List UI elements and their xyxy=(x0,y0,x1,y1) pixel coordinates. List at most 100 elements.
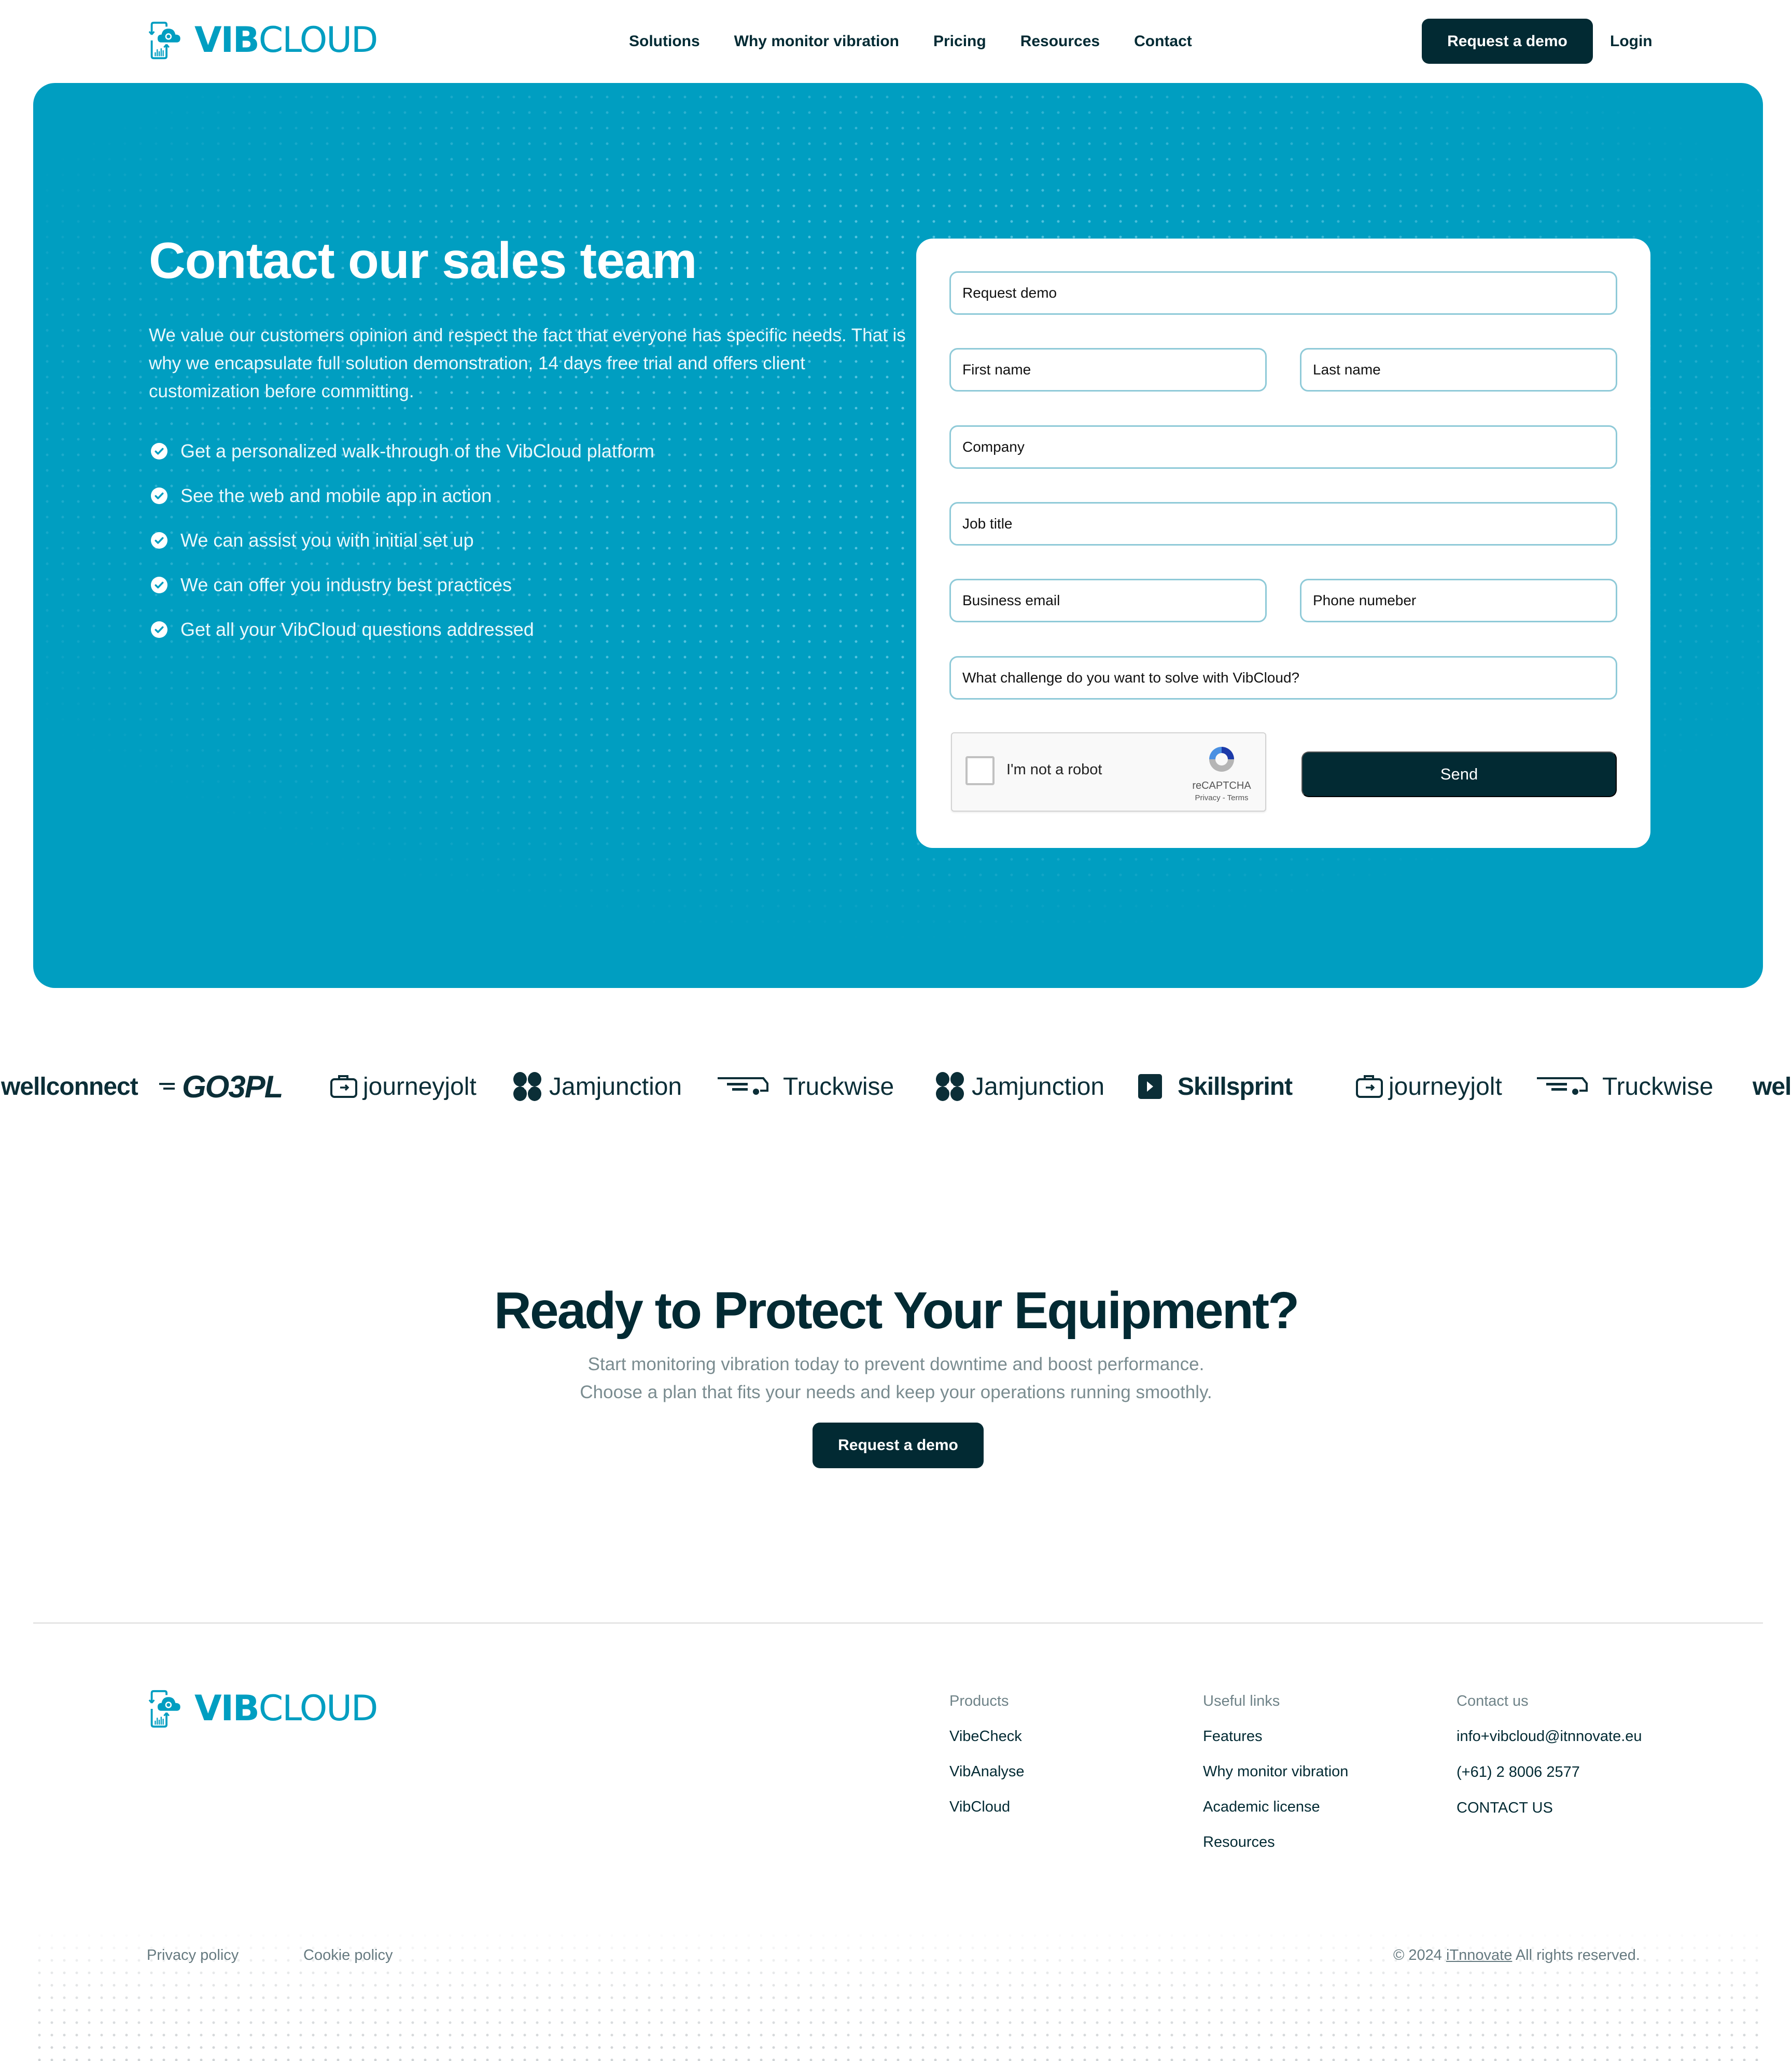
request-type-select[interactable]: Request demo xyxy=(949,271,1617,315)
cookie-policy-link[interactable]: Cookie policy xyxy=(303,1945,393,1966)
logo-wordmark: VIBCLOUD xyxy=(194,1688,378,1729)
cta-subtitle-line: Start monitoring vibration today to prev… xyxy=(587,1354,1205,1374)
check-circle-icon xyxy=(151,488,167,504)
main-menu: Solutions Why monitor vibration Pricing … xyxy=(629,31,1192,52)
recaptcha-checkbox[interactable] xyxy=(965,756,995,785)
journeyjolt-logo-icon xyxy=(330,1075,357,1098)
partner-name: well xyxy=(1753,1073,1792,1101)
truck-lines-icon xyxy=(1537,1077,1588,1095)
contact-form: Request demo First name Last name Compan… xyxy=(916,239,1650,848)
recaptcha-logo-icon xyxy=(1209,747,1234,772)
last-name-field[interactable]: Last name xyxy=(1300,348,1617,392)
vibcloud-logo-icon xyxy=(148,1690,180,1728)
partner-logo: journeyjolt xyxy=(1355,1063,1502,1110)
send-button[interactable]: Send xyxy=(1301,751,1617,797)
footer-useful-links-column: Useful links Features Why monitor vibrat… xyxy=(1203,1690,1348,1866)
footer-products-column: Products VibeCheck VibAnalyse VibCloud xyxy=(949,1690,1025,1831)
footer-divider xyxy=(33,1622,1763,1624)
recaptcha-links[interactable]: Privacy - Terms xyxy=(1180,793,1263,802)
footer-link-why-monitor-vibration[interactable]: Why monitor vibration xyxy=(1203,1760,1348,1783)
business-email-field[interactable]: Business email xyxy=(949,579,1267,622)
list-item: See the web and mobile app in action xyxy=(151,474,654,518)
recaptcha-label: I'm not a robot xyxy=(1006,761,1102,778)
challenge-field[interactable]: What challenge do you want to solve with… xyxy=(949,656,1617,700)
partner-logo: Skillsprint xyxy=(1138,1063,1293,1110)
footer-link-vibcloud[interactable]: VibCloud xyxy=(949,1795,1025,1818)
cta-subtitle: Start monitoring vibration today to prev… xyxy=(0,1350,1792,1407)
privacy-policy-link[interactable]: Privacy policy xyxy=(147,1945,239,1966)
partner-name: Truckwise xyxy=(1602,1073,1714,1101)
partner-name: Truckwise xyxy=(783,1073,894,1101)
partner-logo: wellconnect xyxy=(1,1063,138,1110)
request-demo-button[interactable]: Request a demo xyxy=(1422,19,1593,64)
check-circle-icon xyxy=(151,532,167,549)
partner-name: journeyjolt xyxy=(363,1073,477,1101)
page-title: Contact our sales team xyxy=(149,232,697,289)
top-navigation: VIBCLOUD Solutions Why monitor vibration… xyxy=(0,0,1792,83)
first-name-field[interactable]: First name xyxy=(949,348,1267,392)
nav-contact[interactable]: Contact xyxy=(1134,31,1192,52)
nav-solutions[interactable]: Solutions xyxy=(629,31,700,52)
footer-column-heading: Products xyxy=(949,1693,1009,1709)
copyright-notice: © 2024 iTnnovate All rights reserved. xyxy=(1393,1945,1640,1966)
jamjunction-logo-icon xyxy=(936,1072,964,1101)
footer-column-heading: Contact us xyxy=(1457,1693,1529,1709)
footer-contact-column: Contact us info+vibcloud@itnnovate.eu (+… xyxy=(1457,1690,1642,1832)
check-circle-icon xyxy=(151,577,167,593)
list-item-text: Get all your VibCloud questions addresse… xyxy=(180,619,534,640)
list-item: We can offer you industry best practices xyxy=(151,563,654,607)
footer-link-features[interactable]: Features xyxy=(1203,1725,1348,1748)
list-item-text: We can offer you industry best practices xyxy=(180,574,512,595)
vibcloud-logo-icon xyxy=(148,21,180,60)
truck-lines-icon xyxy=(718,1077,768,1095)
list-item-text: We can assist you with initial set up xyxy=(180,530,474,551)
list-item: We can assist you with initial set up xyxy=(151,518,654,563)
journeyjolt-logo-icon xyxy=(1356,1075,1383,1098)
phone-number-field[interactable]: Phone numeber xyxy=(1300,579,1617,622)
footer-email-link[interactable]: info+vibcloud@itnnovate.eu xyxy=(1457,1725,1642,1748)
list-item: Get all your VibCloud questions addresse… xyxy=(151,607,654,652)
cta-subtitle-line: Choose a plan that fits your needs and k… xyxy=(580,1382,1212,1402)
copyright-text: All rights reserved. xyxy=(1515,1947,1640,1963)
job-title-field[interactable]: Job title xyxy=(949,502,1617,546)
list-item-text: Get a personalized walk-through of the V… xyxy=(180,440,654,462)
footer-contact-us-link[interactable]: CONTACT US xyxy=(1457,1797,1642,1819)
partner-name: Jamjunction xyxy=(549,1073,682,1101)
company-link[interactable]: iTnnovate xyxy=(1446,1947,1512,1963)
benefit-list: Get a personalized walk-through of the V… xyxy=(151,429,654,652)
nav-pricing[interactable]: Pricing xyxy=(933,31,986,52)
footer-link-vibecheck[interactable]: VibeCheck xyxy=(949,1725,1025,1748)
footer-vibcloud-logo[interactable]: VIBCLOUD xyxy=(148,1688,378,1729)
partner-name: Skillsprint xyxy=(1178,1073,1293,1101)
partner-logo-strip: wellconnect GO3PL journeyjolt Jamjunctio… xyxy=(0,1063,1792,1110)
login-link[interactable]: Login xyxy=(1610,31,1653,52)
partner-logo: GO3PL xyxy=(158,1063,283,1110)
partner-name: journeyjolt xyxy=(1389,1073,1502,1101)
cta-request-demo-button[interactable]: Request a demo xyxy=(813,1423,984,1468)
contact-hero: Contact our sales team We value our cust… xyxy=(33,83,1763,988)
partner-logo: Truckwise xyxy=(717,1063,894,1110)
hero-description: We value our customers opinion and respe… xyxy=(149,325,906,401)
company-field[interactable]: Company xyxy=(949,425,1617,469)
recaptcha-brand: reCAPTCHA xyxy=(1192,780,1251,791)
partner-logo: Jamjunction xyxy=(933,1063,1104,1110)
partner-name: Jamjunction xyxy=(972,1073,1105,1101)
vibcloud-logo[interactable]: VIBCLOUD xyxy=(148,20,378,61)
list-item: Get a personalized walk-through of the V… xyxy=(151,429,654,474)
check-circle-icon xyxy=(151,621,167,638)
footer-link-vibanalyse[interactable]: VibAnalyse xyxy=(949,1760,1025,1783)
footer-link-resources[interactable]: Resources xyxy=(1203,1831,1348,1854)
partner-logo: well xyxy=(1753,1063,1792,1110)
partner-logo: Truckwise xyxy=(1536,1063,1713,1110)
partner-name: wellconnect xyxy=(1,1073,138,1101)
check-circle-icon xyxy=(151,443,167,459)
partner-logo: Jamjunction xyxy=(511,1063,682,1110)
speed-lines-icon xyxy=(159,1083,175,1090)
jamjunction-logo-icon xyxy=(513,1072,541,1101)
footer-phone-link[interactable]: (+61) 2 8006 2577 xyxy=(1457,1761,1642,1784)
nav-resources[interactable]: Resources xyxy=(1020,31,1100,52)
logo-wordmark: VIBCLOUD xyxy=(194,20,378,61)
footer-link-academic-license[interactable]: Academic license xyxy=(1203,1795,1348,1818)
nav-why-monitor-vibration[interactable]: Why monitor vibration xyxy=(734,31,899,52)
partner-name: GO3PL xyxy=(182,1069,283,1104)
